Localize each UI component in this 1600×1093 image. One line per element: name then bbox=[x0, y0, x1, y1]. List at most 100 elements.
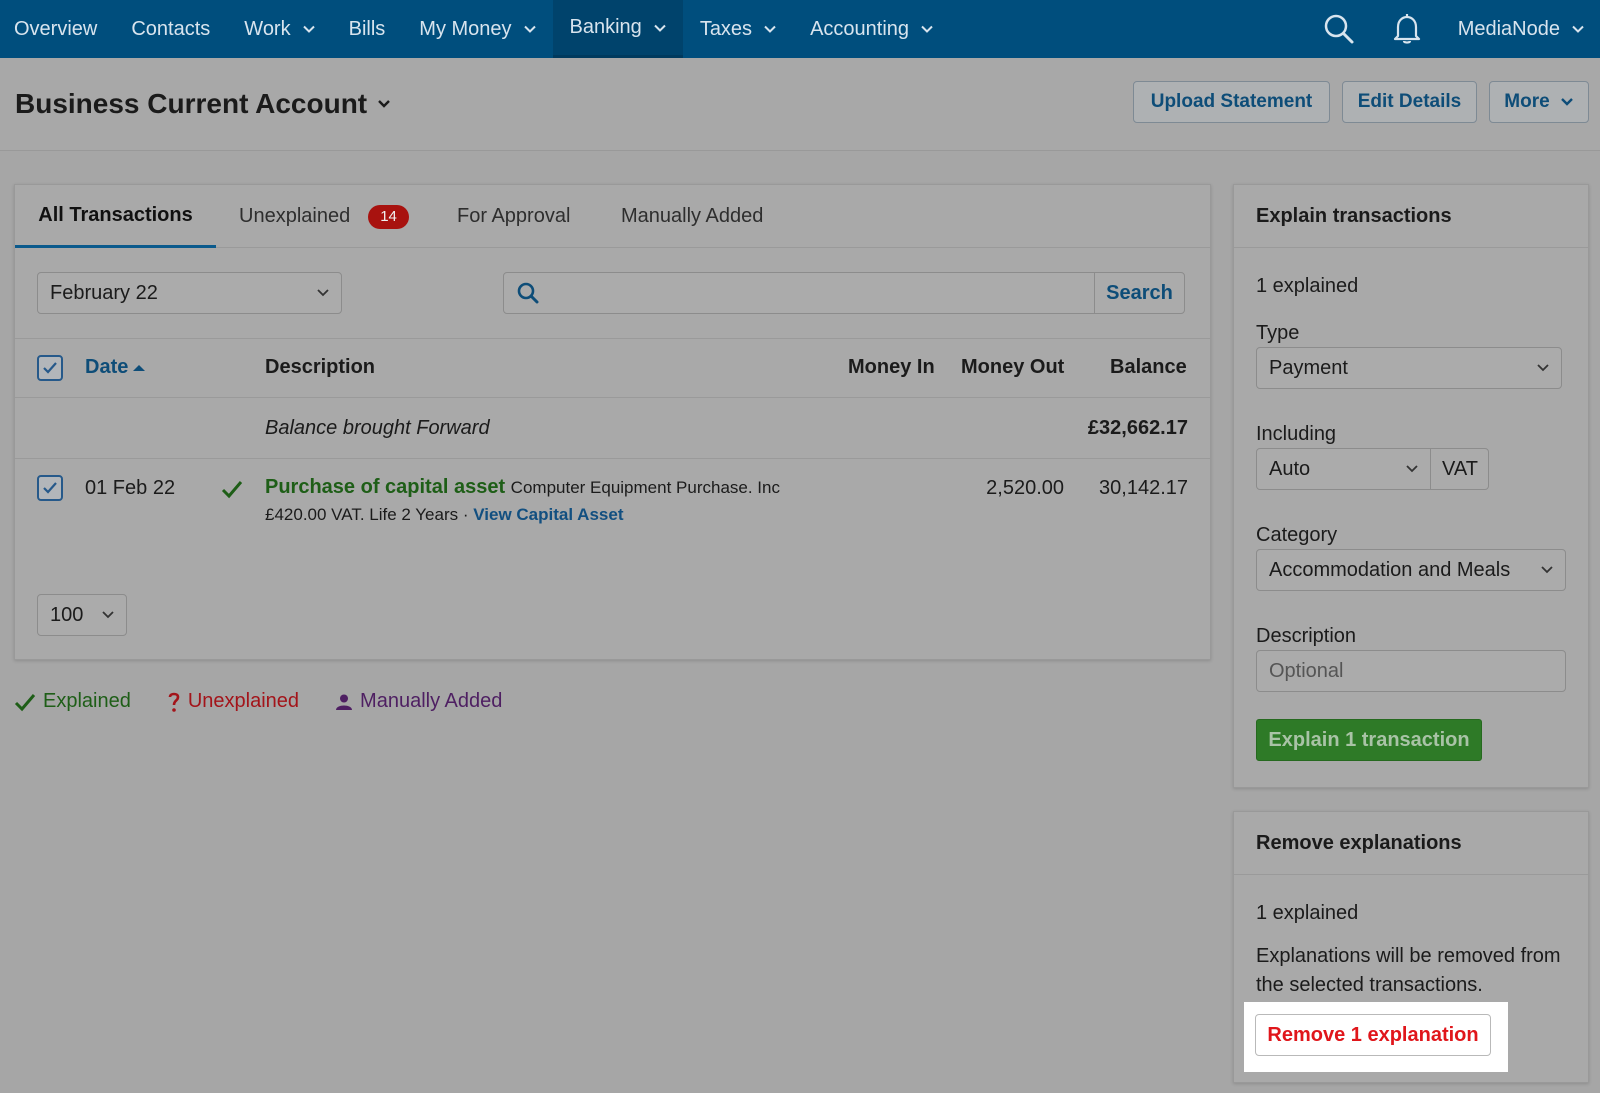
user-label: MediaNode bbox=[1457, 17, 1560, 40]
nav-label: Accounting bbox=[810, 17, 910, 40]
status-legend: Explained Unexplained Manually Added bbox=[14, 690, 538, 713]
explain-transactions-panel: Explain transactions 1 explained Type Pa… bbox=[1233, 184, 1589, 788]
vat-label: VAT bbox=[1442, 457, 1478, 480]
more-label: More bbox=[1504, 91, 1550, 112]
nav-work[interactable]: Work bbox=[227, 0, 331, 58]
nav-accounting[interactable]: Accounting bbox=[793, 0, 950, 58]
legend-explained: Explained bbox=[14, 690, 131, 713]
legend-manual-label: Manually Added bbox=[360, 690, 503, 712]
user-menu[interactable]: MediaNode bbox=[1436, 0, 1600, 58]
chevron-down-icon bbox=[1572, 25, 1584, 33]
select-all-checkbox[interactable] bbox=[37, 355, 63, 381]
upload-statement-button[interactable]: Upload Statement bbox=[1133, 81, 1330, 123]
date-column-header[interactable]: Date bbox=[85, 356, 146, 379]
check-icon bbox=[43, 482, 57, 494]
explain-panel-title: Explain transactions bbox=[1256, 205, 1452, 227]
nav-my-money[interactable]: My Money bbox=[402, 0, 552, 58]
tab-label: Unexplained bbox=[239, 205, 351, 227]
remove-panel-title: Remove explanations bbox=[1256, 832, 1462, 854]
type-value: Payment bbox=[1269, 356, 1348, 379]
chevron-down-icon bbox=[1560, 98, 1573, 106]
nav-banking[interactable]: Banking bbox=[552, 0, 683, 58]
description-placeholder: Optional bbox=[1269, 659, 1344, 682]
row-description: Purchase of capital asset Computer Equip… bbox=[265, 476, 780, 499]
chevron-down-icon bbox=[317, 289, 329, 297]
balance-column-header: Balance bbox=[1110, 356, 1187, 378]
table-row[interactable]: 01 Feb 22 Purchase of capital asset Comp… bbox=[15, 459, 1210, 544]
nav-label: Overview bbox=[14, 17, 98, 40]
explained-check-icon bbox=[221, 481, 243, 499]
chevron-down-icon bbox=[921, 25, 933, 33]
row-date: 01 Feb 22 bbox=[85, 477, 176, 499]
balance-forward-amount: £32,662.17 bbox=[1087, 417, 1188, 439]
remove-explained-count: 1 explained bbox=[1256, 902, 1359, 924]
search-icon bbox=[504, 273, 552, 313]
search-button[interactable]: Search bbox=[1094, 273, 1184, 313]
divider bbox=[1234, 247, 1588, 248]
sort-ascending-icon bbox=[133, 364, 146, 371]
nav-bills[interactable]: Bills bbox=[332, 0, 403, 58]
tab-for-approval[interactable]: For Approval bbox=[457, 185, 570, 248]
tab-manually-added[interactable]: Manually Added bbox=[621, 185, 763, 248]
row-details: £420.00 VAT. Life 2 Years · View Capital… bbox=[265, 505, 623, 525]
search-bar: Search bbox=[503, 272, 1185, 314]
nav-overview[interactable]: Overview bbox=[0, 0, 114, 58]
edit-details-button[interactable]: Edit Details bbox=[1342, 81, 1477, 123]
remove-info-line: the selected transactions. bbox=[1256, 974, 1483, 996]
transaction-title-link[interactable]: Purchase of capital asset bbox=[265, 476, 505, 498]
nav-taxes[interactable]: Taxes bbox=[683, 0, 793, 58]
including-label: Including bbox=[1256, 423, 1337, 445]
category-select[interactable]: Accommodation and Meals bbox=[1256, 549, 1566, 591]
chevron-down-icon bbox=[764, 25, 776, 33]
person-icon bbox=[336, 694, 353, 710]
remove-explanation-button[interactable]: Remove 1 explanation bbox=[1255, 1014, 1491, 1056]
chevron-down-icon bbox=[1406, 465, 1418, 473]
question-mark-icon bbox=[168, 692, 180, 712]
chevron-down-icon bbox=[523, 25, 536, 33]
search-input[interactable] bbox=[552, 273, 1094, 313]
view-capital-asset-link[interactable]: View Capital Asset bbox=[473, 505, 623, 524]
month-filter-value: February 22 bbox=[50, 281, 158, 304]
account-selector[interactable]: Business Current Account bbox=[15, 88, 391, 120]
remove-info-text: Explanations will be removed from the se… bbox=[1256, 942, 1561, 1000]
nav-label: Work bbox=[244, 17, 291, 40]
type-label: Type bbox=[1256, 322, 1300, 344]
chevron-down-icon bbox=[1537, 364, 1549, 372]
per-page-value: 100 bbox=[50, 603, 84, 626]
date-header-label: Date bbox=[85, 356, 129, 378]
category-label: Category bbox=[1256, 524, 1338, 546]
nav-label: My Money bbox=[419, 17, 512, 40]
nav-label: Taxes bbox=[699, 17, 753, 40]
chevron-down-icon bbox=[102, 611, 114, 619]
tab-all-transactions[interactable]: All Transactions bbox=[15, 185, 216, 248]
vat-addon: VAT bbox=[1430, 448, 1489, 490]
nav-label: Banking bbox=[569, 16, 642, 38]
legend-unexplained: Unexplained bbox=[167, 690, 299, 713]
row-money-out: 2,520.00 bbox=[986, 477, 1064, 499]
remove-info-line: Explanations will be removed from bbox=[1256, 945, 1561, 967]
page-title: Business Current Account bbox=[15, 88, 368, 119]
month-filter-select[interactable]: February 22 bbox=[37, 272, 342, 314]
divider bbox=[1234, 874, 1588, 875]
legend-manually-added: Manually Added bbox=[335, 690, 502, 713]
search-icon[interactable] bbox=[1310, 0, 1368, 58]
tab-label: For Approval bbox=[457, 205, 571, 227]
balance-forward-label: Balance brought Forward bbox=[265, 417, 490, 439]
type-select[interactable]: Payment bbox=[1256, 347, 1562, 389]
row-checkbox[interactable] bbox=[37, 475, 63, 501]
description-field[interactable]: Optional bbox=[1256, 650, 1566, 692]
explained-count: 1 explained bbox=[1256, 275, 1359, 297]
explain-transaction-button[interactable]: Explain 1 transaction bbox=[1256, 719, 1482, 761]
nav-contacts[interactable]: Contacts bbox=[114, 0, 227, 58]
row-balance: 30,142.17 bbox=[1099, 477, 1188, 499]
tab-unexplained[interactable]: Unexplained 14 bbox=[239, 185, 409, 248]
including-select[interactable]: Auto bbox=[1256, 448, 1431, 490]
legend-explained-label: Explained bbox=[43, 690, 131, 712]
bell-icon[interactable] bbox=[1378, 0, 1436, 58]
chevron-down-icon bbox=[302, 25, 315, 33]
per-page-select[interactable]: 100 bbox=[37, 594, 127, 636]
transactions-card: All Transactions Unexplained 14 For Appr… bbox=[14, 184, 1211, 660]
more-button[interactable]: More bbox=[1489, 81, 1589, 123]
table-header: Date Description Money In Money Out Bala… bbox=[15, 338, 1210, 398]
balance-forward-row: Balance brought Forward £32,662.17 bbox=[15, 398, 1210, 459]
